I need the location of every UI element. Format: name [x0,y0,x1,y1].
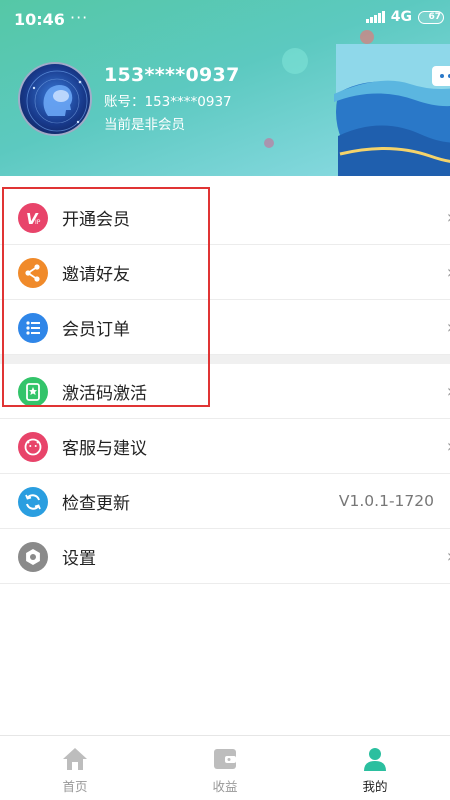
status-time: 10:46 [14,10,65,29]
nav-item-home[interactable]: 首页 [0,736,150,800]
nav-item-earnings[interactable]: 收益 [150,736,300,800]
decor-dot [360,30,374,44]
nav-label: 我的 [362,779,388,794]
nav-item-mine[interactable]: 我的 [300,736,450,800]
profile-info: 153****0937 账号：153****0937 当前是非会员 [104,64,240,133]
battery-icon: 67 [418,10,444,24]
member-status: 当前是非会员 [104,117,185,133]
wallet-icon [214,749,236,769]
avatar[interactable] [18,62,92,136]
user-icon [364,748,386,771]
face-icon [18,432,48,462]
highlight-box [2,187,210,407]
network-type: 4G [390,9,412,25]
nav-label: 首页 [62,779,88,794]
decor-dot [264,138,274,148]
menu-item-check-update[interactable]: 检查更新 V1.0.1-1720 [0,474,450,529]
menu-item-support[interactable]: 客服与建议 › [0,419,450,474]
bottom-nav: 首页 收益 我的 [0,735,450,800]
home-icon [63,748,87,770]
decor-dot [282,48,308,74]
profile-header: 10:46 ··· 4G 67 153****0937 账号：153****09… [0,0,450,176]
menu-label: 客服与建议 [62,438,147,459]
profile-account: 账号：153****0937 [104,94,232,110]
gear-icon [18,542,48,572]
status-right: 4G 67 [365,9,444,25]
profile-phone: 153****0937 [104,64,240,86]
menu-item-settings[interactable]: 设置 › [0,529,450,584]
status-bar: 10:46 ··· 4G 67 [0,0,450,38]
menu-label: 设置 [62,548,96,569]
nav-label: 收益 [212,779,238,794]
wave-illustration [334,44,450,176]
signal-icon [365,11,385,23]
brain-avatar-icon [26,70,88,132]
version-value: V1.0.1-1720 [338,492,434,510]
refresh-icon [18,487,48,517]
status-dots: ··· [70,8,89,27]
menu-label: 检查更新 [62,493,130,514]
